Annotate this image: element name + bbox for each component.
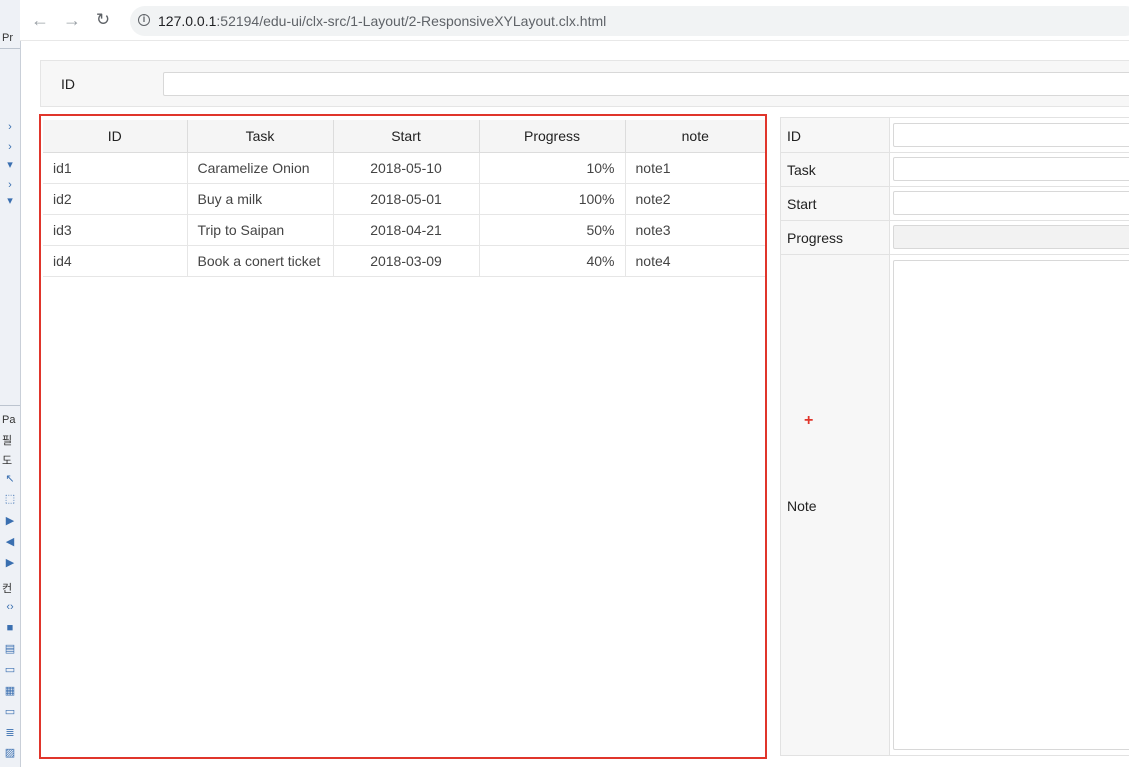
code-icon[interactable]: ‹› — [3, 600, 17, 614]
plus-icon: + — [804, 412, 814, 429]
back-icon[interactable]: ← — [30, 10, 50, 30]
cell-id[interactable]: id3 — [43, 214, 188, 246]
form-label-note: Note — [787, 498, 817, 514]
table-row[interactable]: id3 Trip to Saipan 2018-04-21 50% note3 — [43, 214, 765, 246]
ide-label-pr: Pr — [2, 32, 13, 44]
cell-start[interactable]: 2018-04-21 — [332, 214, 480, 246]
cell-progress[interactable]: 50% — [478, 214, 626, 246]
cell-start[interactable]: 2018-05-10 — [332, 152, 480, 184]
search-panel: ID — [40, 60, 1129, 107]
column-header-start[interactable]: Start — [332, 120, 480, 153]
step-icon[interactable]: ▶ — [3, 556, 17, 570]
ide-label-control: 컨 — [2, 583, 13, 595]
cell-task[interactable]: Caramelize Onion — [186, 152, 334, 184]
form-label-start: Start — [787, 196, 817, 212]
form-progress-input[interactable] — [893, 225, 1129, 249]
table-row[interactable]: id2 Buy a milk 2018-05-01 100% note2 — [43, 183, 765, 215]
table-row[interactable]: id4 Book a conert ticket 2018-03-09 40% … — [43, 245, 765, 277]
column-header-id[interactable]: ID — [43, 120, 188, 153]
cell-note[interactable]: note2 — [624, 183, 765, 215]
tree-arrow-icon[interactable]: ▾ — [3, 194, 17, 208]
window-icon[interactable]: ▭ — [3, 663, 17, 677]
table-row[interactable]: id1 Caramelize Onion 2018-05-10 10% note… — [43, 152, 765, 184]
column-header-task[interactable]: Task — [186, 120, 334, 153]
search-id-label: ID — [61, 76, 75, 92]
tree-arrow-icon[interactable]: › — [3, 140, 17, 154]
step-icon[interactable]: ▶ — [3, 514, 17, 528]
pointer-icon[interactable]: ↖ — [3, 472, 17, 486]
folder-icon[interactable]: ▤ — [3, 642, 17, 656]
grid-header-row: ID Task Start Progress note — [43, 120, 765, 153]
column-header-progress[interactable]: Progress — [478, 120, 626, 153]
tree-arrow-icon[interactable]: › — [3, 178, 17, 192]
ide-side-strip: Pr › › ▾ › ▾ Pa 필 도 ↖ ⬚ ▶ ◀ ▶ 컨 ‹› ■ ▤ ▭… — [0, 0, 21, 767]
cell-task[interactable]: Trip to Saipan — [186, 214, 334, 246]
cell-id[interactable]: id2 — [43, 183, 188, 215]
form-label-column — [781, 118, 890, 755]
address-bar[interactable]: i 127.0.0.1:52194/edu-ui/clx-src/1-Layou… — [130, 6, 1129, 36]
cell-note[interactable]: note4 — [624, 245, 765, 277]
ide-label-filter: 필 — [2, 435, 13, 447]
column-header-note[interactable]: note — [624, 120, 765, 153]
form-task-input[interactable] — [893, 157, 1129, 181]
cell-start[interactable]: 2018-03-09 — [332, 245, 480, 277]
list-icon[interactable]: ≣ — [3, 726, 17, 740]
detail-form: ID Task Start Progress + Note — [780, 117, 1129, 756]
cell-progress[interactable]: 10% — [478, 152, 626, 184]
cell-task[interactable]: Buy a milk — [186, 183, 334, 215]
tree-arrow-icon[interactable]: › — [3, 120, 17, 134]
cell-progress[interactable]: 40% — [478, 245, 626, 277]
form-id-input[interactable] — [893, 123, 1129, 147]
form-label-progress: Progress — [787, 230, 844, 246]
task-table: ID Task Start Progress note id1 Carameli… — [43, 120, 765, 277]
image-icon[interactable]: ▨ — [3, 746, 17, 760]
cell-task[interactable]: Book a conert ticket — [186, 245, 334, 277]
cell-note[interactable]: note3 — [624, 214, 765, 246]
form-label-task: Task — [787, 162, 816, 178]
component-icon[interactable]: ■ — [3, 621, 17, 635]
step-back-icon[interactable]: ◀ — [3, 535, 17, 549]
cell-start[interactable]: 2018-05-01 — [332, 183, 480, 215]
form-label-id: ID — [787, 128, 801, 144]
ide-label-tool: 도 — [2, 455, 13, 467]
url-text[interactable]: 127.0.0.1:52194/edu-ui/clx-src/1-Layout/… — [158, 13, 606, 29]
info-icon[interactable]: i — [138, 14, 150, 26]
reload-icon[interactable]: ↻ — [93, 10, 113, 30]
input-icon[interactable]: ▭ — [3, 705, 17, 719]
form-note-textarea[interactable] — [893, 260, 1129, 750]
cell-id[interactable]: id4 — [43, 245, 188, 277]
search-id-input[interactable] — [163, 72, 1129, 96]
folder-icon[interactable]: ▾ — [3, 158, 17, 172]
browser-toolbar: ← → ↻ i 127.0.0.1:52194/edu-ui/clx-src/1… — [20, 0, 1129, 41]
cell-progress[interactable]: 100% — [478, 183, 626, 215]
select-icon[interactable]: ⬚ — [3, 492, 17, 506]
cell-note[interactable]: note1 — [624, 152, 765, 184]
ide-label-pa: Pa — [2, 414, 16, 426]
form-start-input[interactable] — [893, 191, 1129, 215]
forward-icon[interactable]: → — [62, 10, 82, 30]
task-grid: ID Task Start Progress note id1 Carameli… — [39, 114, 767, 759]
cell-id[interactable]: id1 — [43, 152, 188, 184]
grid-icon[interactable]: ▦ — [3, 684, 17, 698]
